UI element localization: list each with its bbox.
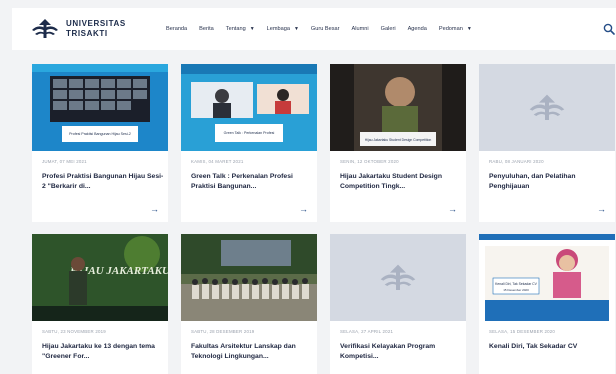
news-thumbnail-placeholder (330, 234, 466, 321)
news-date: JUMAT, 07 MEI 2021 (42, 159, 87, 164)
news-thumbnail: HIJAU JAKARTAKU (32, 234, 168, 321)
news-date: SABTU, 23 NOVEMBER 2019 (42, 329, 106, 334)
news-title[interactable]: Green Talk : Perkenalan Profesi Praktisi… (191, 172, 313, 192)
nav-item-tentang[interactable]: Tentang ▼ (226, 26, 255, 32)
trisakti-logo-icon (380, 264, 416, 290)
thumbnail-caption: Hijau Jakartaku Student Design Competiti… (365, 138, 432, 142)
news-card[interactable]: SELASA, 27 APRIL 2021 Verifikasi Kelayak… (330, 234, 466, 374)
news-card[interactable]: RABU, 08 JANUARI 2020 Penyuluhan, dan Pe… (479, 64, 615, 222)
news-thumbnail: Hijau Jakartaku Student Design Competiti… (330, 64, 466, 151)
trisakti-logo-icon (529, 94, 565, 120)
news-thumbnail: Kenali Diri, Tak Sekadar CV 15 Desember … (479, 234, 615, 321)
news-title[interactable]: Hijau Jakartaku ke 13 dengan tema "Green… (42, 342, 164, 362)
news-thumbnail (181, 234, 317, 321)
arrow-right-icon[interactable]: → (448, 204, 457, 214)
news-thumbnail: Profesi Praktisi Bangunan Hijau Sesi-2 (32, 64, 168, 151)
news-date: SELASA, 27 APRIL 2021 (340, 329, 394, 334)
top-navbar: UNIVERSITAS TRISAKTI Beranda Berita Tent… (12, 8, 616, 50)
nav-item-galeri[interactable]: Galeri (381, 26, 396, 32)
thumbnail-date: 15 Desember 2020 (503, 288, 529, 292)
trisakti-logo-icon (32, 19, 58, 38)
nav-item-lembaga[interactable]: Lembaga ▼ (267, 26, 299, 32)
nav-label: Alumni (351, 26, 369, 32)
nav-item-guru-besar[interactable]: Guru Besar (311, 26, 340, 32)
news-title[interactable]: Fakultas Arsitektur Lanskap dan Teknolog… (191, 342, 313, 362)
nav-item-beranda[interactable]: Beranda (166, 26, 187, 32)
caret-down-icon: ▼ (249, 26, 255, 32)
nav-label: Berita (199, 26, 214, 32)
nav-item-berita[interactable]: Berita (199, 26, 214, 32)
news-card[interactable]: HIJAU JAKARTAKU SABTU, 23 NOVEMBER 2019 … (32, 234, 168, 374)
news-title[interactable]: Verifikasi Kelayakan Program Kompetisi..… (340, 342, 462, 362)
nav-label: Tentang (225, 26, 246, 32)
news-thumbnail: Green Talk : Perkenalan Profesi (181, 64, 317, 151)
news-card[interactable]: SABTU, 28 DESEMBER 2019 Fakultas Arsitek… (181, 234, 317, 374)
nav-label: Guru Besar (310, 26, 340, 32)
news-date: SELASA, 15 DESEMBER 2020 (489, 329, 556, 334)
news-card[interactable]: Hijau Jakartaku Student Design Competiti… (330, 64, 466, 222)
news-date: SENIN, 12 OKTOBER 2020 (340, 159, 399, 164)
nav-item-pedoman[interactable]: Pedoman ▼ (439, 26, 472, 32)
thumbnail-caption: Profesi Praktisi Bangunan Hijau Sesi-2 (69, 132, 131, 136)
nav-item-alumni[interactable]: Alumni (352, 26, 369, 32)
search-icon[interactable] (603, 23, 615, 35)
news-title[interactable]: Penyuluhan, dan Pelatihan Penghijauan (489, 172, 611, 192)
news-card[interactable]: Green Talk : Perkenalan Profesi KAMIS, 0… (181, 64, 317, 222)
caret-down-icon: ▼ (293, 26, 299, 32)
nav-label: Beranda (166, 26, 188, 32)
brand-line-1: UNIVERSITAS (66, 19, 126, 28)
nav-label: Agenda (407, 26, 427, 32)
nav-item-agenda[interactable]: Agenda (408, 26, 427, 32)
nav-label: Pedoman (438, 26, 463, 32)
caret-down-icon: ▼ (466, 26, 472, 32)
arrow-right-icon[interactable]: → (597, 204, 606, 214)
news-date: KAMIS, 04 MARET 2021 (191, 159, 244, 164)
news-title[interactable]: Hijau Jakartaku Student Design Competiti… (340, 172, 462, 192)
brand-line-2: TRISAKTI (66, 29, 108, 38)
arrow-right-icon[interactable]: → (299, 204, 308, 214)
news-card[interactable]: Profesi Praktisi Bangunan Hijau Sesi-2 J… (32, 64, 168, 222)
news-thumbnail-placeholder (479, 64, 615, 151)
nav-label: Lembaga (266, 26, 290, 32)
thumbnail-caption: Green Talk : Perkenalan Profesi (224, 131, 275, 135)
main-nav: Beranda Berita Tentang ▼ Lembaga ▼ Guru Be… (166, 8, 484, 50)
site-logo[interactable]: UNIVERSITAS TRISAKTI (30, 18, 126, 40)
arrow-right-icon[interactable]: → (150, 204, 159, 214)
thumbnail-caption: Kenali Diri, Tak Sekadar CV (495, 282, 538, 286)
news-date: RABU, 08 JANUARI 2020 (489, 159, 544, 164)
brand-name: UNIVERSITAS TRISAKTI (66, 19, 126, 39)
news-title[interactable]: Profesi Praktisi Bangunan Hijau Sesi-2 "… (42, 172, 164, 192)
news-card[interactable]: Kenali Diri, Tak Sekadar CV 15 Desember … (479, 234, 615, 374)
nav-label: Galeri (380, 26, 396, 32)
news-date: SABTU, 28 DESEMBER 2019 (191, 329, 255, 334)
news-title[interactable]: Kenali Diri, Tak Sekadar CV (489, 342, 611, 352)
